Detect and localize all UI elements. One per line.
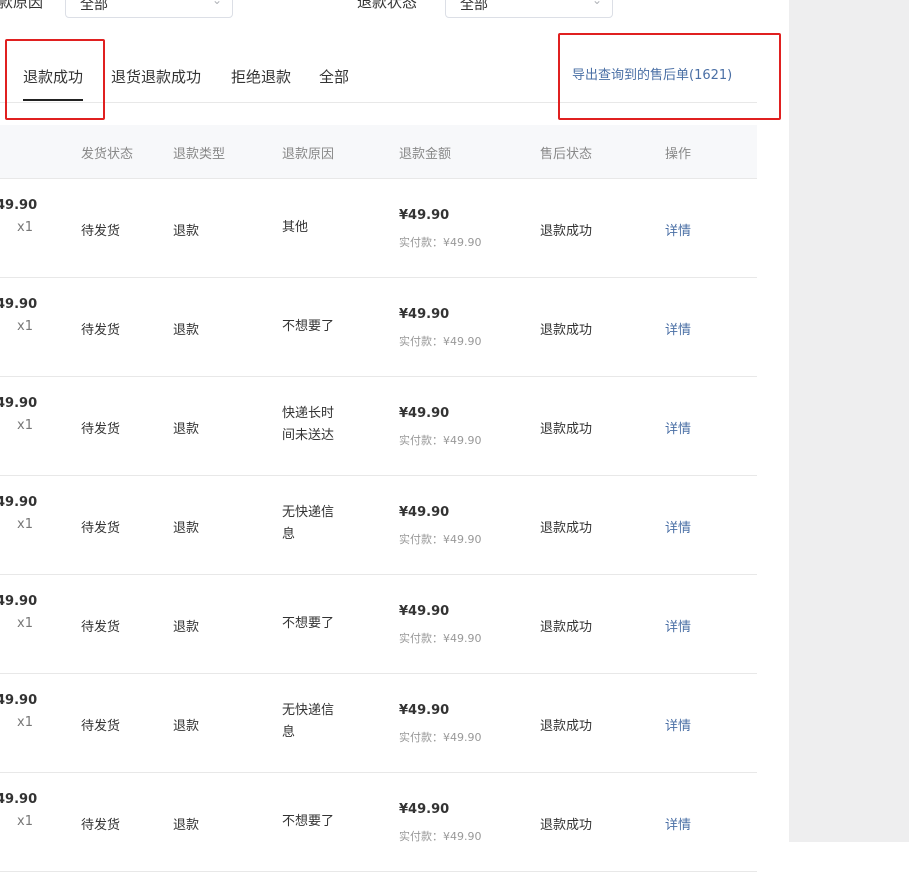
after-sales-status: 退款成功 <box>540 620 593 635</box>
refund-type: 退款 <box>173 818 200 833</box>
quantity: x1 <box>17 715 33 730</box>
col-header-action: 操作 <box>665 147 692 162</box>
after-sales-status: 退款成功 <box>540 818 593 833</box>
detail-link[interactable]: 详情 <box>665 715 691 734</box>
paid-amount: 实付款：¥49.90 <box>399 236 482 249</box>
refund-reason: 其他 <box>282 220 309 235</box>
refund-reason-label: 款原因 <box>0 0 44 11</box>
after-sales-status: 退款成功 <box>540 422 593 437</box>
tab-refund-success[interactable]: 退款成功 <box>23 66 84 101</box>
refund-status-select[interactable]: 全部 ⌄ <box>445 0 613 18</box>
refund-reason: 无快递信息 <box>282 505 335 542</box>
table-row: 49.90 x1 待发货 退款 其他 ¥49.90 实付款：¥49.90 退款成… <box>0 179 757 278</box>
after-sales-status: 退款成功 <box>540 224 593 239</box>
quantity: x1 <box>17 220 33 235</box>
paid-amount: 实付款：¥49.90 <box>399 533 482 546</box>
refund-type: 退款 <box>173 719 200 734</box>
chevron-down-icon: ⌄ <box>591 0 602 7</box>
refund-reason-value: 全部 <box>80 0 108 13</box>
col-header-refund-amount: 退款金额 <box>399 147 452 162</box>
refund-reason: 不想要了 <box>282 319 335 334</box>
refund-status-label: 退款状态 <box>357 0 418 11</box>
refund-amount: ¥49.90 <box>399 703 450 718</box>
unit-price: 49.90 <box>0 792 38 807</box>
col-header-ship-status: 发货状态 <box>81 147 134 162</box>
detail-link[interactable]: 详情 <box>665 418 691 437</box>
detail-link[interactable]: 详情 <box>665 814 691 833</box>
quantity: x1 <box>17 418 33 433</box>
table-row: 49.90 x1 待发货 退款 无快递信息 ¥49.90 实付款：¥49.90 … <box>0 476 757 575</box>
refund-reason-select[interactable]: 全部 ⌄ <box>65 0 233 18</box>
refund-type: 退款 <box>173 224 200 239</box>
refund-amount: ¥49.90 <box>399 307 450 322</box>
detail-link[interactable]: 详情 <box>665 517 691 536</box>
refund-status-value: 全部 <box>460 0 488 13</box>
table-row: 49.90 x1 待发货 退款 无快递信息 ¥49.90 实付款：¥49.90 … <box>0 674 757 773</box>
paid-amount: 实付款：¥49.90 <box>399 731 482 744</box>
status-tabs: 退款成功 退货退款成功 拒绝退款 全部 导出查询到的售后单(1621) <box>0 52 757 103</box>
unit-price: 49.90 <box>0 396 38 411</box>
tab-all[interactable]: 全部 <box>319 66 349 87</box>
unit-price: 49.90 <box>0 495 38 510</box>
refund-type: 退款 <box>173 323 200 338</box>
detail-link[interactable]: 详情 <box>665 220 691 239</box>
refund-reason: 不想要了 <box>282 814 335 829</box>
unit-price: 49.90 <box>0 693 38 708</box>
table-row: 49.90 x1 待发货 退款 不想要了 ¥49.90 实付款：¥49.90 退… <box>0 278 757 377</box>
tab-refund-rejected[interactable]: 拒绝退款 <box>231 66 291 87</box>
export-after-sales-link[interactable]: 导出查询到的售后单(1621) <box>572 64 732 83</box>
ship-status: 待发货 <box>81 620 121 635</box>
detail-link[interactable]: 详情 <box>665 319 691 338</box>
refund-reason: 无快递信息 <box>282 703 335 740</box>
col-header-refund-reason: 退款原因 <box>282 147 335 162</box>
refund-type: 退款 <box>173 620 200 635</box>
after-sales-status: 退款成功 <box>540 521 593 536</box>
refund-amount: ¥49.90 <box>399 802 450 817</box>
refund-type: 退款 <box>173 521 200 536</box>
refund-type: 退款 <box>173 422 200 437</box>
paid-amount: 实付款：¥49.90 <box>399 434 482 447</box>
ship-status: 待发货 <box>81 224 121 239</box>
ship-status: 待发货 <box>81 719 121 734</box>
tab-return-refund-success[interactable]: 退货退款成功 <box>111 66 201 87</box>
refund-amount: ¥49.90 <box>399 604 450 619</box>
ship-status: 待发货 <box>81 323 121 338</box>
quantity: x1 <box>17 517 33 532</box>
refund-amount: ¥49.90 <box>399 505 450 520</box>
col-header-after-sales-status: 售后状态 <box>540 147 593 162</box>
refund-reason: 快递长时间未送达 <box>282 406 335 443</box>
page-gutter <box>789 0 909 842</box>
quantity: x1 <box>17 814 33 829</box>
refund-reason: 不想要了 <box>282 616 335 631</box>
ship-status: 待发货 <box>81 521 121 536</box>
refund-amount: ¥49.90 <box>399 208 450 223</box>
quantity: x1 <box>17 616 33 631</box>
after-sales-status: 退款成功 <box>540 323 593 338</box>
unit-price: 49.90 <box>0 297 38 312</box>
after-sales-table: 发货状态 退款类型 退款原因 退款金额 售后状态 操作 49.90 x1 待发货… <box>0 125 757 872</box>
table-header: 发货状态 退款类型 退款原因 退款金额 售后状态 操作 <box>0 125 757 179</box>
ship-status: 待发货 <box>81 422 121 437</box>
chevron-down-icon: ⌄ <box>211 0 222 7</box>
after-sales-status: 退款成功 <box>540 719 593 734</box>
ship-status: 待发货 <box>81 818 121 833</box>
detail-link[interactable]: 详情 <box>665 616 691 635</box>
paid-amount: 实付款：¥49.90 <box>399 335 482 348</box>
col-header-refund-type: 退款类型 <box>173 147 226 162</box>
unit-price: 49.90 <box>0 594 38 609</box>
refund-amount: ¥49.90 <box>399 406 450 421</box>
table-row: 49.90 x1 待发货 退款 不想要了 ¥49.90 实付款：¥49.90 退… <box>0 575 757 674</box>
table-row: 49.90 x1 待发货 退款 快递长时间未送达 ¥49.90 实付款：¥49.… <box>0 377 757 476</box>
quantity: x1 <box>17 319 33 334</box>
table-row: 49.90 x1 待发货 退款 不想要了 ¥49.90 实付款：¥49.90 退… <box>0 773 757 872</box>
paid-amount: 实付款：¥49.90 <box>399 632 482 645</box>
unit-price: 49.90 <box>0 198 38 213</box>
